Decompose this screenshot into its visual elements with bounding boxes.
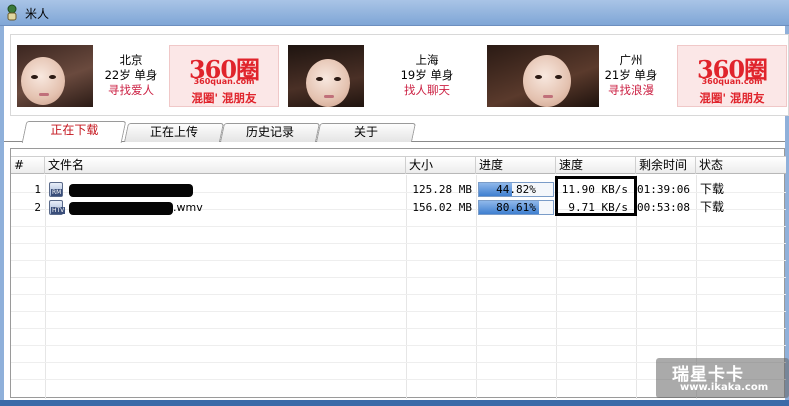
file-type-label: RM — [51, 189, 63, 196]
time-remaining: 00:53:08 — [637, 201, 690, 214]
file-extension: .wmv — [173, 201, 203, 214]
download-status: 下载 — [700, 200, 725, 214]
file-size: 125.28 MB — [412, 183, 472, 196]
profile-info-3: 广州 21岁 单身 寻找浪漫 — [595, 53, 667, 98]
ad-slogan: 混圈' 混朋友 — [191, 91, 257, 105]
profile-link[interactable]: 找人聊天 — [391, 83, 463, 98]
row-number: 2 — [34, 201, 41, 214]
tab-label: 历史记录 — [245, 125, 294, 139]
progress-text: 44.82% — [496, 183, 536, 196]
ad-banner: 北京 22岁 单身 寻找爱人 360圈 360quan.com 混圈' 混朋友 … — [10, 34, 789, 116]
watermark-url: www.ikaka.com — [680, 382, 769, 393]
profile-photo-1[interactable] — [17, 45, 93, 107]
row-number: 1 — [34, 183, 41, 196]
window-title: 米人 — [25, 7, 50, 21]
tab-label: 正在下载 — [50, 123, 99, 137]
ad-360quan-1[interactable]: 360圈 360quan.com 混圈' 混朋友 — [169, 45, 279, 107]
tab-downloading[interactable]: 正在下载 — [21, 121, 127, 143]
redacted-filename — [69, 183, 193, 197]
profile-info-2: 上海 19岁 单身 找人聊天 — [391, 53, 463, 98]
file-size: 156.02 MB — [412, 201, 472, 214]
profile-city: 广州 — [619, 53, 643, 67]
redacted-filename — [69, 201, 173, 215]
column-header-remaining[interactable]: 剩余时间 — [636, 157, 696, 174]
profile-link[interactable]: 寻找浪漫 — [595, 83, 667, 98]
table-row[interactable]: 1 RM 125.28 MB 44.82% 11.90 KB/s 01:39:0… — [11, 181, 786, 198]
profile-info-1: 北京 22岁 单身 寻找爱人 — [95, 53, 167, 98]
highlight-box-speed — [555, 176, 637, 216]
column-header-number[interactable]: # — [11, 157, 45, 174]
profile-city: 北京 — [119, 53, 143, 67]
list-header: # 文件名 大小 进度 速度 剩余时间 状态 — [11, 156, 786, 174]
column-header-progress[interactable]: 进度 — [476, 157, 556, 174]
profile-photo-3[interactable] — [487, 45, 599, 107]
profile-photo-2[interactable] — [288, 45, 364, 107]
tab-label: 关于 — [353, 125, 378, 139]
column-header-speed[interactable]: 速度 — [556, 157, 636, 174]
ad-slogan: 混圈' 混朋友 — [699, 91, 765, 105]
column-header-size[interactable]: 大小 — [406, 157, 476, 174]
download-status: 下载 — [700, 182, 725, 196]
profile-link[interactable]: 寻找爱人 — [95, 83, 167, 98]
window-titlebar[interactable]: 米人 — [0, 0, 789, 26]
profile-age-status: 21岁 单身 — [604, 68, 658, 82]
progress-text: 80.61% — [496, 201, 536, 214]
file-type-label: HTV — [51, 207, 66, 214]
tab-about[interactable]: 关于 — [315, 123, 417, 142]
profile-age-status: 22岁 单身 — [104, 68, 158, 82]
window-bottom-border — [0, 400, 789, 406]
watermark: 瑞星卡卡 www.ikaka.com — [656, 358, 789, 398]
table-row[interactable]: 2 HTV .wmv 156.02 MB 80.61% 9.71 KB/s 00… — [11, 199, 786, 216]
file-name: .wmv — [69, 199, 399, 216]
time-remaining: 01:39:06 — [637, 183, 690, 196]
app-icon — [7, 4, 17, 21]
file-name — [69, 181, 399, 198]
ad-360quan-2[interactable]: 360圈 360quan.com 混圈' 混朋友 — [677, 45, 787, 107]
tab-uploading[interactable]: 正在上传 — [123, 123, 225, 142]
profile-age-status: 19岁 单身 — [400, 68, 454, 82]
ad-domain: 360quan.com — [701, 77, 763, 86]
progress-bar: 80.61% — [478, 200, 554, 215]
column-header-status[interactable]: 状态 — [696, 157, 785, 174]
rm-file-icon: RM — [49, 182, 63, 197]
wmv-file-icon: HTV — [49, 200, 66, 215]
progress-bar: 44.82% — [478, 182, 554, 197]
tab-label: 正在上传 — [149, 125, 198, 139]
profile-city: 上海 — [415, 53, 439, 67]
tab-history[interactable]: 历史记录 — [219, 123, 321, 142]
tab-bar: 正在下载 正在上传 历史记录 关于 — [4, 120, 785, 143]
column-header-filename[interactable]: 文件名 — [45, 157, 406, 174]
ad-domain: 360quan.com — [193, 77, 255, 86]
